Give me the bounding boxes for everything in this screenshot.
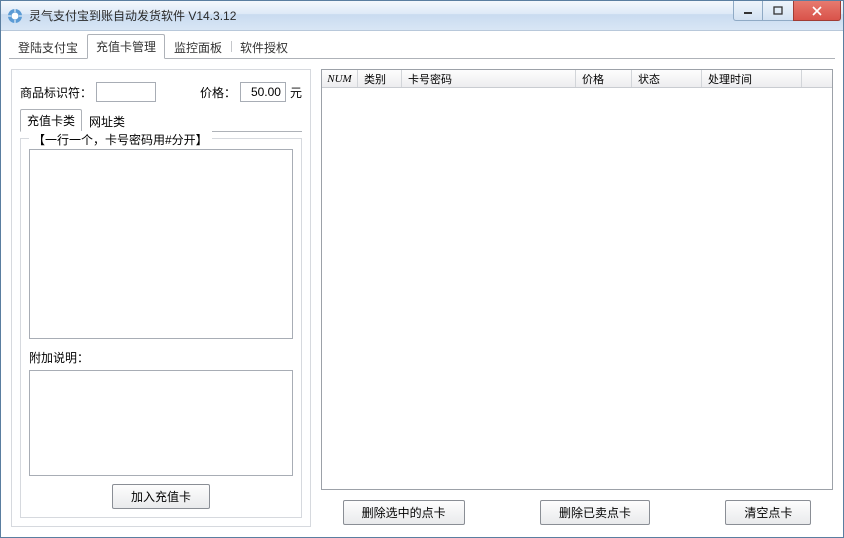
tab-login[interactable]: 登陆支付宝 <box>9 35 87 59</box>
notes-label: 附加说明： <box>29 349 293 366</box>
cards-group: 【一行一个，卡号密码用#分开】 附加说明： 加入充值卡 <box>20 138 302 518</box>
add-card-button[interactable]: 加入充值卡 <box>112 484 210 509</box>
col-tail <box>802 70 832 87</box>
col-category[interactable]: 类别 <box>358 70 402 87</box>
list-header: NUM 类别 卡号密码 价格 状态 处理时间 <box>322 70 832 88</box>
window-title: 灵气支付宝到账自动发货软件 V14.3.12 <box>29 7 733 24</box>
bottom-buttons: 删除选中的点卡 删除已卖点卡 清空点卡 <box>321 490 833 527</box>
cards-textarea[interactable] <box>29 149 293 339</box>
cards-group-legend: 【一行一个，卡号密码用#分开】 <box>29 131 212 148</box>
price-unit: 元 <box>290 84 302 101</box>
close-button[interactable] <box>793 1 841 21</box>
notes-textarea[interactable] <box>29 370 293 476</box>
maximize-button[interactable] <box>763 1 793 21</box>
col-time[interactable]: 处理时间 <box>702 70 802 87</box>
left-panel: 商品标识符： 价格： 元 充值卡类 网址类 【一行一个，卡号密码用#分开】 附加… <box>11 69 311 527</box>
tab-card-manage[interactable]: 充值卡管理 <box>87 34 165 59</box>
app-icon <box>7 8 23 24</box>
col-price[interactable]: 价格 <box>576 70 632 87</box>
tab-monitor[interactable]: 监控面板 <box>165 35 231 59</box>
window-buttons <box>733 1 843 30</box>
tab-body: 商品标识符： 价格： 元 充值卡类 网址类 【一行一个，卡号密码用#分开】 附加… <box>9 59 835 529</box>
price-label: 价格： <box>200 84 236 101</box>
clear-button[interactable]: 清空点卡 <box>725 500 811 525</box>
tab-license[interactable]: 软件授权 <box>231 35 297 59</box>
titlebar[interactable]: 灵气支付宝到账自动发货软件 V14.3.12 <box>1 1 843 31</box>
col-code[interactable]: 卡号密码 <box>402 70 576 87</box>
price-input[interactable] <box>240 82 286 102</box>
subtab-cards[interactable]: 充值卡类 <box>20 109 82 132</box>
product-id-input[interactable] <box>96 82 156 102</box>
list-body[interactable] <box>322 88 832 489</box>
delete-sold-button[interactable]: 删除已卖点卡 <box>540 500 650 525</box>
main-tabstrip: 登陆支付宝 充值卡管理 监控面板 软件授权 <box>9 37 835 59</box>
product-id-label: 商品标识符： <box>20 84 92 101</box>
delete-selected-button[interactable]: 删除选中的点卡 <box>343 500 465 525</box>
card-listview[interactable]: NUM 类别 卡号密码 价格 状态 处理时间 <box>321 69 833 490</box>
subtab-urls[interactable]: 网址类 <box>82 110 132 132</box>
app-window: 灵气支付宝到账自动发货软件 V14.3.12 登陆支付宝 充值卡管理 监控面板 … <box>0 0 844 538</box>
col-num[interactable]: NUM <box>322 70 358 87</box>
product-row: 商品标识符： 价格： 元 <box>20 82 302 102</box>
sub-tabstrip: 充值卡类 网址类 <box>20 112 302 132</box>
col-state[interactable]: 状态 <box>632 70 702 87</box>
minimize-button[interactable] <box>733 1 763 21</box>
right-panel: NUM 类别 卡号密码 价格 状态 处理时间 删除选中的点卡 删除已卖点卡 清空… <box>321 69 833 527</box>
client-area: 登陆支付宝 充值卡管理 监控面板 软件授权 商品标识符： 价格： 元 充值卡类 … <box>1 31 843 537</box>
